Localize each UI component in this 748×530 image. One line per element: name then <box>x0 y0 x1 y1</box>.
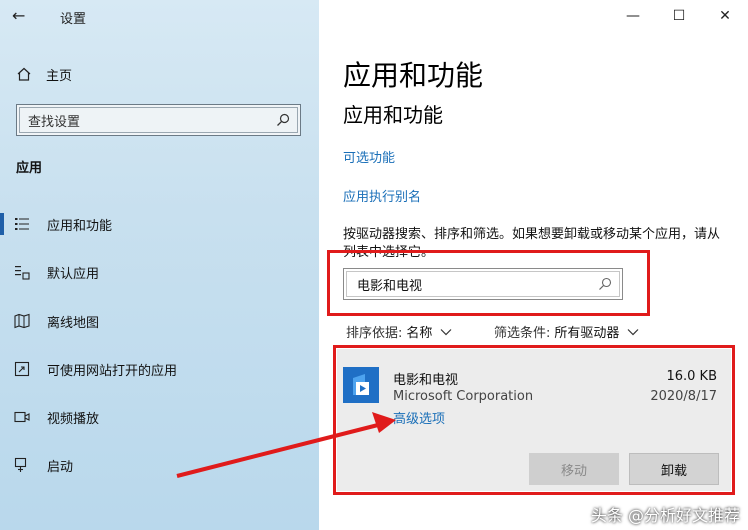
video-playback-icon <box>14 411 30 423</box>
page-title: 应用和功能 <box>343 59 484 92</box>
section-title: 应用和功能 <box>343 103 443 127</box>
offline-maps-icon <box>14 313 30 329</box>
sidebar-item-apps-features[interactable]: 应用和功能 <box>0 210 319 238</box>
chevron-down-icon <box>440 328 452 335</box>
sidebar-item-label: 视频播放 <box>47 411 100 427</box>
sidebar-item-label: 应用和功能 <box>47 218 113 234</box>
startup-icon <box>14 457 27 472</box>
sidebar-item-startup[interactable]: 启动 <box>0 451 319 479</box>
sort-label: 排序依据: <box>346 326 403 341</box>
filter-label: 筛选条件: <box>494 326 551 341</box>
back-arrow-icon: ← <box>12 6 26 25</box>
optional-features-link[interactable]: 可选功能 <box>343 147 395 166</box>
back-button[interactable]: ← <box>12 6 36 26</box>
window-title: 设置 <box>60 12 87 27</box>
maximize-icon: ☐ <box>672 8 686 24</box>
window-controls: — ☐ ✕ <box>610 0 748 32</box>
sidebar-item-video-playback[interactable]: 视频播放 <box>0 403 319 431</box>
annotation-highlight-app <box>333 345 735 495</box>
filter-dropdown[interactable]: 筛选条件: 所有驱动器 <box>494 322 639 341</box>
sidebar-item-label: 默认应用 <box>47 266 100 282</box>
sidebar-item-home[interactable]: 主页 <box>16 64 72 84</box>
sidebar-item-offline-maps[interactable]: 离线地图 <box>0 307 319 335</box>
filter-value: 所有驱动器 <box>554 326 620 341</box>
close-icon: ✕ <box>719 8 731 24</box>
sidebar-home-label: 主页 <box>46 68 73 84</box>
minimize-button[interactable]: — <box>610 0 656 32</box>
sort-dropdown[interactable]: 排序依据: 名称 <box>346 322 452 341</box>
close-button[interactable]: ✕ <box>702 0 748 32</box>
sidebar-section-apps: 应用 <box>16 161 43 176</box>
settings-search-input[interactable]: 查找设置 <box>16 104 301 136</box>
watermark: 头条 @分析好文推荐 <box>590 506 740 525</box>
chevron-down-icon <box>627 328 639 335</box>
apps-features-icon <box>15 218 29 230</box>
minimize-icon: — <box>626 8 640 24</box>
sidebar-item-label: 离线地图 <box>47 315 100 331</box>
home-icon <box>17 67 31 81</box>
maximize-button[interactable]: ☐ <box>656 0 702 32</box>
sidebar-item-default-apps[interactable]: 默认应用 <box>0 258 319 286</box>
sidebar-item-label: 可使用网站打开的应用 <box>47 363 178 379</box>
default-apps-icon <box>15 266 30 280</box>
sidebar: ← 设置 主页 查找设置 应用 应用和功能 默认应用 离线地图 可使用网站打开的… <box>0 0 319 530</box>
apps-for-websites-icon <box>14 361 30 377</box>
annotation-highlight-search <box>327 250 650 316</box>
sidebar-item-label: 启动 <box>47 459 74 475</box>
sort-value: 名称 <box>406 326 433 341</box>
settings-search-placeholder: 查找设置 <box>19 107 298 133</box>
search-icon[interactable] <box>276 113 290 127</box>
app-execution-aliases-link[interactable]: 应用执行别名 <box>343 186 421 205</box>
sidebar-item-apps-for-websites[interactable]: 可使用网站打开的应用 <box>0 355 319 383</box>
